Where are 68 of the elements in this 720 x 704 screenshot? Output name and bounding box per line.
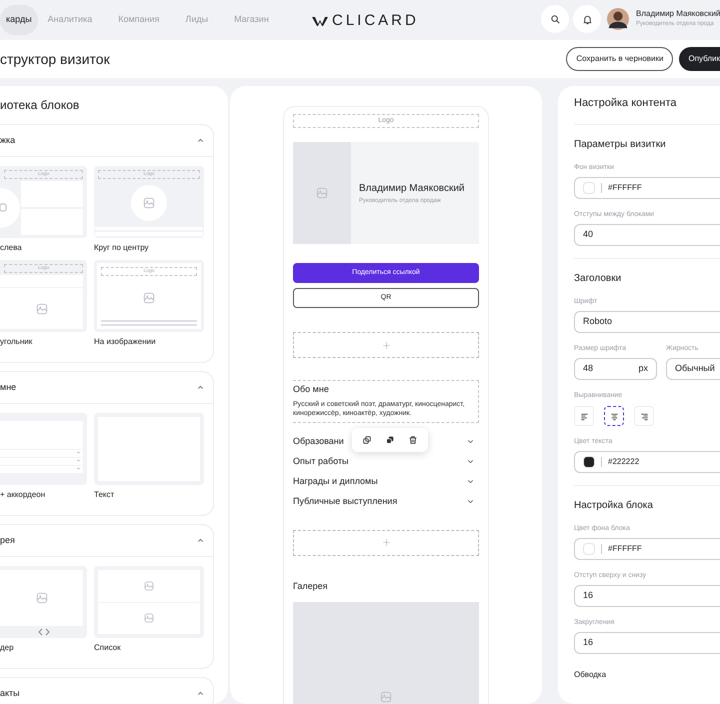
image-icon xyxy=(142,291,156,305)
section-header[interactable]: рея xyxy=(0,525,213,557)
gallery-title: Галерея xyxy=(293,580,329,593)
nav-tab[interactable]: карды xyxy=(0,5,38,35)
image-icon xyxy=(142,196,156,210)
image-icon xyxy=(143,612,155,624)
section-header[interactable]: жка xyxy=(0,125,213,157)
image-icon xyxy=(379,690,393,704)
plus-icon xyxy=(382,340,390,350)
search-button[interactable] xyxy=(541,5,569,33)
block-label: угольник xyxy=(0,336,34,348)
logo-icon xyxy=(312,16,328,26)
section-header[interactable]: акты xyxy=(0,678,213,704)
image-icon xyxy=(34,591,48,605)
section-title: Настройка блока xyxy=(574,499,654,513)
input-field[interactable]: 40 xyxy=(574,224,720,246)
block-label: + аккордеон xyxy=(0,489,46,501)
section-title: Параметры визитки xyxy=(574,138,667,152)
block-label: На изображении xyxy=(94,336,157,348)
block-thumbnail[interactable] xyxy=(94,566,204,638)
image-icon xyxy=(143,580,155,592)
subsection-title: Обводка xyxy=(574,669,608,681)
slider-arrows-icon xyxy=(36,627,50,637)
bell-icon xyxy=(582,14,592,24)
align-center-button[interactable] xyxy=(604,406,624,426)
accordion-item[interactable]: Образовани xyxy=(293,432,479,452)
input-field[interactable]: 16 xyxy=(574,585,720,607)
block-label: слева xyxy=(0,242,23,254)
search-icon xyxy=(550,14,560,24)
section-title: Заголовки xyxy=(574,272,622,286)
circle-image-drawing xyxy=(0,188,20,228)
accordion-item[interactable]: Публичные выступления xyxy=(293,492,479,512)
duplicate-icon[interactable] xyxy=(384,435,395,445)
block-label: дер xyxy=(0,642,15,654)
input-field[interactable]: #FFFFFF xyxy=(574,538,720,560)
input-field[interactable]: 48 px xyxy=(574,358,657,380)
image-icon xyxy=(34,302,48,316)
logo-text: CLICARD xyxy=(332,11,419,31)
block-label: Круг по центру xyxy=(94,242,150,254)
input-field[interactable]: 16 xyxy=(574,632,720,654)
panel-title: иотека блоков xyxy=(0,97,80,114)
about-title: Обо мне xyxy=(293,383,330,396)
panel-title: Настройка контента xyxy=(574,96,678,111)
profile-name: Владимир Маяковский xyxy=(359,182,465,196)
plus-icon xyxy=(382,538,390,547)
input-field[interactable]: #FFFFFF xyxy=(574,177,720,199)
unit-label: px xyxy=(638,362,648,376)
block-thumbnail[interactable] xyxy=(0,413,87,485)
accordion-item[interactable]: Награды и дипломы xyxy=(293,472,479,492)
input-field[interactable]: Roboto xyxy=(574,311,720,333)
trash-icon[interactable] xyxy=(408,435,418,445)
align-right-button[interactable] xyxy=(634,406,654,426)
image-icon xyxy=(315,186,329,200)
align-left-button[interactable] xyxy=(574,406,594,426)
accordion-item[interactable]: Опыт работы xyxy=(293,452,479,472)
block-thumbnail[interactable] xyxy=(0,566,87,638)
input-field[interactable]: #222222 xyxy=(574,451,720,473)
section-header[interactable]: мне xyxy=(0,372,213,404)
avatar[interactable] xyxy=(607,8,629,30)
user-name: Владимир Маяковский xyxy=(636,9,720,19)
block-label: Текст xyxy=(94,489,116,501)
save-draft-button[interactable]: Сохранить в черновики xyxy=(566,47,674,71)
copy-icon[interactable] xyxy=(362,435,372,445)
page-title: структор визиток xyxy=(0,50,110,69)
block-label: Список xyxy=(94,642,122,654)
input-field[interactable]: Обычный xyxy=(666,358,720,380)
publish-button[interactable]: Опублик xyxy=(679,47,720,71)
notifications-button[interactable] xyxy=(573,5,601,33)
